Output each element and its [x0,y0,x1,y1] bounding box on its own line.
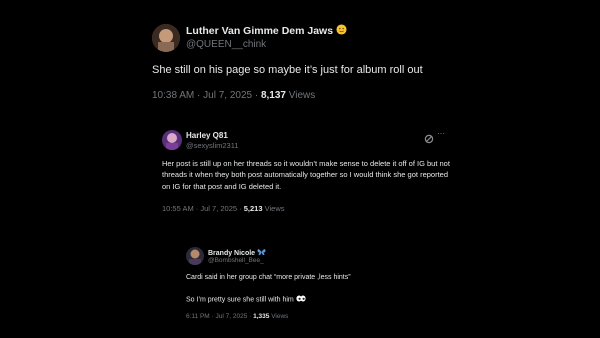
avatar[interactable] [162,130,182,150]
more-icon[interactable]: ··· [437,129,445,138]
avatar[interactable] [152,24,180,52]
display-name-text: Luther Van Gimme Dem Jaws [186,24,334,37]
views-count: 8,137 [260,90,286,101]
views-label: Views [271,313,289,320]
user-handle[interactable]: @Bombshell_Bee_ [208,257,264,264]
grok-icon[interactable] [424,131,434,144]
display-name[interactable]: Luther Van Gimme Dem Jaws [186,24,347,38]
tweet-card-1[interactable]: Luther Van Gimme Dem Jaws @QUEEN__chink … [140,12,470,116]
avatar-image [186,247,204,265]
tweet-text-line-2: So I’m pretty sure she still with him [186,295,446,304]
user-handle[interactable]: @sexyslim2311 [186,141,239,150]
tweet-card-2[interactable]: Harley Q81 @sexyslim2311 ··· Her post is… [150,122,450,222]
timestamp[interactable]: 6:11 PM · Jul 7, 2025 · [186,313,251,320]
tweet-text: Her post is still up on her threads so i… [162,159,450,191]
tweet-meta: 10:38 AM · Jul 7, 2025 · 8,137 Views [152,90,315,101]
avatar-image [152,24,180,52]
display-name-text: Brandy Nicole [208,249,256,257]
tweet-card-3[interactable]: Brandy Nicole @Bombshell_Bee_ Cardi said… [178,240,448,328]
views-label: Views [264,204,285,213]
display-name[interactable]: Harley Q81 [186,131,228,140]
emoji-icon [336,24,347,38]
tweet-text: She still on his page so maybe it’s just… [152,64,423,76]
tweet-meta: 10:55 AM · Jul 7, 2025 · 5,213 Views [162,204,284,213]
views-count: 1,335 [253,313,270,320]
views-label: Views [288,90,316,101]
tweet-text-line-2-text: So I’m pretty sure she still with him [186,296,294,304]
timestamp[interactable]: 10:38 AM · Jul 7, 2025 · [152,90,258,101]
eyes-icon [296,295,306,304]
avatar[interactable] [186,247,204,265]
avatar-image [162,130,182,150]
views-count: 5,213 [243,204,263,213]
tweet-text-line-1: Cardi said in her group chat “more priva… [186,274,351,281]
user-handle[interactable]: @QUEEN__chink [186,39,266,50]
timestamp[interactable]: 10:55 AM · Jul 7, 2025 · [162,204,242,213]
tweet-meta: 6:11 PM · Jul 7, 2025 · 1,335 Views [186,313,288,320]
